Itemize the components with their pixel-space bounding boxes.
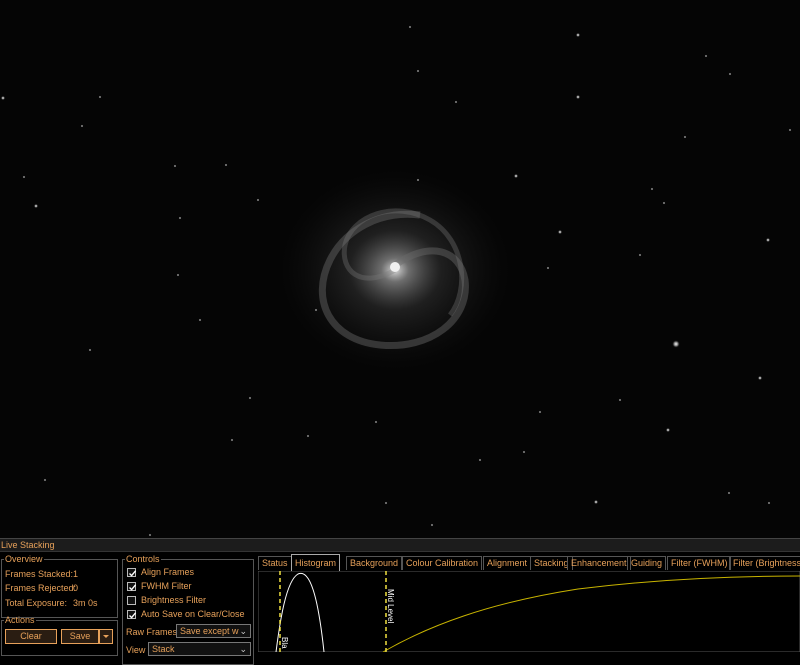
- checkbox-label-1[interactable]: FWHM Filter: [141, 581, 192, 591]
- star: [538, 410, 542, 414]
- star: [416, 69, 420, 73]
- star: [248, 396, 252, 400]
- star: [148, 533, 152, 537]
- tab-guiding[interactable]: Guiding: [627, 556, 667, 570]
- star: [416, 178, 420, 182]
- view-label: View: [126, 645, 146, 655]
- star: [22, 175, 26, 179]
- star: [704, 54, 708, 58]
- star: [384, 501, 388, 505]
- checkbox-label-0[interactable]: Align Frames: [141, 567, 194, 577]
- tab-colour-calibration[interactable]: Colour Calibration: [402, 556, 483, 570]
- star: [478, 458, 482, 462]
- save-button[interactable]: Save: [61, 629, 99, 644]
- star: [546, 266, 550, 270]
- panel-title: Live Stacking: [1, 540, 55, 550]
- frames-stacked-value: 1: [73, 569, 79, 579]
- tab-enhancement[interactable]: Enhancement: [567, 556, 631, 570]
- stacked-image-view[interactable]: [0, 0, 800, 538]
- star: [662, 201, 666, 205]
- chevron-down-icon: ⌄: [239, 626, 247, 636]
- star: [256, 198, 260, 202]
- mid-level-label: Mid Level: [386, 589, 395, 623]
- checkbox-1[interactable]: [127, 582, 137, 591]
- star: [454, 100, 458, 104]
- view-select[interactable]: Stack ⌄: [148, 642, 251, 656]
- tab-background[interactable]: Background: [346, 556, 403, 570]
- star: [788, 128, 792, 132]
- star: [230, 438, 234, 442]
- raw-frames-select[interactable]: Save except w ⌄: [176, 624, 251, 638]
- frames-stacked-label: Frames Stacked:: [5, 569, 74, 579]
- star: [0, 95, 6, 101]
- tab-histogram[interactable]: Histogram: [291, 554, 341, 571]
- star: [43, 478, 47, 482]
- star: [767, 501, 771, 505]
- tab-status[interactable]: Status: [258, 556, 292, 570]
- star: [728, 72, 732, 76]
- actions-legend: Actions: [5, 615, 35, 625]
- star: [638, 253, 642, 257]
- total-exposure-value: 3m 0s: [73, 598, 98, 608]
- star: [314, 308, 318, 312]
- controls-legend: Controls: [126, 554, 160, 564]
- checkbox-0[interactable]: [127, 568, 137, 577]
- star: [408, 25, 412, 29]
- checkbox-label-3[interactable]: Auto Save on Clear/Close: [141, 609, 245, 619]
- star: [80, 124, 84, 128]
- frames-rejected-label: Frames Rejected:: [5, 583, 77, 593]
- checkbox-label-2[interactable]: Brightness Filter: [141, 595, 206, 605]
- star: [557, 229, 563, 235]
- star: [727, 491, 731, 495]
- star: [618, 398, 622, 402]
- clear-button[interactable]: Clear: [5, 629, 57, 644]
- star: [575, 94, 581, 100]
- star: [176, 273, 180, 277]
- chevron-down-icon: ⌄: [239, 644, 247, 654]
- histogram-chart[interactable]: Bla Mid Level: [258, 571, 800, 652]
- star: [522, 450, 526, 454]
- tab-filter-fwhm[interactable]: Filter (FWHM): [667, 556, 732, 570]
- star: [683, 135, 687, 139]
- star: [374, 420, 378, 424]
- star: [430, 523, 434, 527]
- star: [513, 173, 519, 179]
- black-level-label: Bla: [280, 637, 289, 649]
- star: [765, 237, 771, 243]
- star: [665, 427, 671, 433]
- star: [306, 434, 310, 438]
- star: [198, 318, 202, 322]
- star: [650, 187, 654, 191]
- overview-legend: Overview: [5, 554, 43, 564]
- check-icon: [129, 584, 137, 591]
- chevron-down-icon: [103, 635, 109, 638]
- frames-rejected-value: 0: [73, 583, 79, 593]
- star: [575, 32, 581, 38]
- total-exposure-label: Total Exposure:: [5, 598, 68, 608]
- tab-filter-brightness[interactable]: Filter (Brightness: [729, 556, 800, 570]
- star: [33, 203, 39, 209]
- galaxy: [280, 170, 510, 370]
- star: [88, 348, 92, 352]
- star: [757, 375, 763, 381]
- checkbox-2[interactable]: [127, 596, 136, 605]
- save-dropdown-button[interactable]: [99, 629, 113, 644]
- star: [593, 499, 599, 505]
- star: [178, 216, 182, 220]
- check-icon: [129, 612, 137, 619]
- check-icon: [129, 570, 137, 577]
- star: [672, 340, 680, 348]
- tab-alignment[interactable]: Alignment: [483, 556, 532, 570]
- star: [173, 164, 177, 168]
- checkbox-3[interactable]: [127, 610, 137, 619]
- star: [224, 163, 228, 167]
- raw-frames-select-value: Save except w: [180, 626, 239, 636]
- star: [98, 95, 102, 99]
- panel-titlebar: Live Stacking: [0, 538, 800, 552]
- raw-frames-label: Raw Frames: [126, 627, 178, 637]
- view-select-value: Stack: [152, 644, 175, 654]
- live-stacking-panel: Live Stacking Overview Frames Stacked: 1…: [0, 538, 800, 665]
